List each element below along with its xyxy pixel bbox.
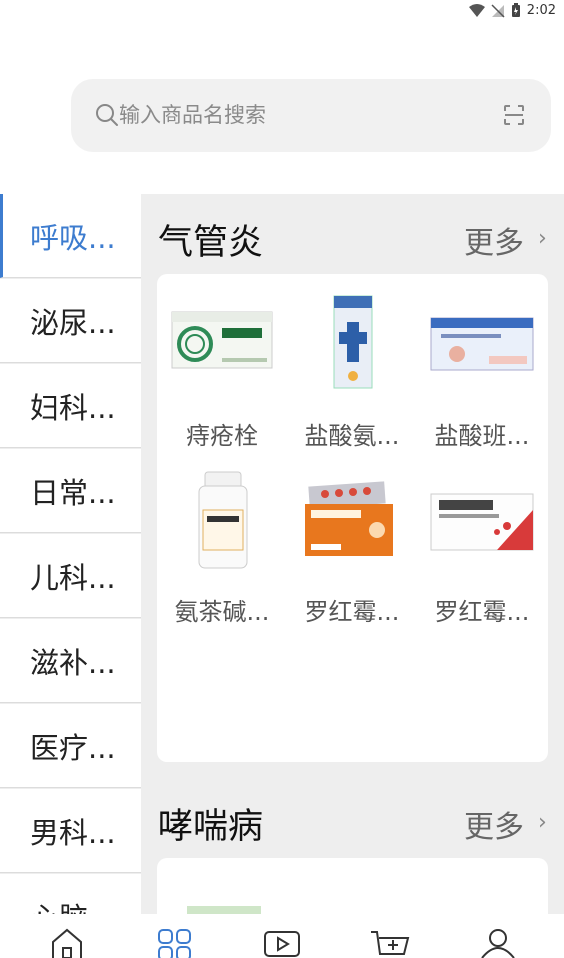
home-icon[interactable] xyxy=(47,928,87,958)
product-image xyxy=(305,481,393,556)
profile-icon[interactable] xyxy=(478,928,518,958)
product-item[interactable]: 盐酸班... xyxy=(417,294,547,454)
scan-icon[interactable] xyxy=(503,104,525,126)
bottom-tab-bar xyxy=(0,914,564,958)
more-link[interactable]: 更多 xyxy=(464,218,524,262)
battery-icon xyxy=(511,3,520,17)
cart-icon[interactable] xyxy=(370,928,410,958)
section-title: 气管炎 xyxy=(158,223,264,263)
product-name: 痔疮栓 xyxy=(186,422,258,450)
product-image xyxy=(187,906,261,914)
no-signal-icon xyxy=(491,3,505,18)
sidebar-item-label: 泌尿... xyxy=(30,305,116,340)
category-icon[interactable] xyxy=(155,928,195,958)
sidebar-item-cardio[interactable]: 心脑 xyxy=(0,874,141,914)
sidebar-item-label: 心脑 xyxy=(30,895,88,915)
product-image xyxy=(171,311,273,369)
sidebar-item-medical[interactable]: 医疗... xyxy=(0,704,141,788)
main-content[interactable]: 呼吸... 泌尿... 妇科... 日常... 儿科... 滋补... 医疗..… xyxy=(0,194,564,914)
product-image xyxy=(333,295,373,389)
sidebar-item-label: 日常... xyxy=(30,475,116,510)
sidebar-item-andrology[interactable]: 男科... xyxy=(0,789,141,873)
wifi-icon xyxy=(468,3,485,17)
section-title: 哮喘病 xyxy=(158,807,264,847)
chevron-right-icon[interactable]: › xyxy=(538,226,547,251)
product-image xyxy=(430,493,534,551)
product-image xyxy=(198,471,248,569)
product-card xyxy=(157,858,548,914)
sidebar-item-gynecology[interactable]: 妇科... xyxy=(0,364,141,448)
more-link[interactable]: 更多 xyxy=(464,802,524,846)
chevron-right-icon[interactable]: › xyxy=(538,810,547,835)
sidebar-item-label: 医疗... xyxy=(30,730,116,765)
sidebar-item-label: 儿科... xyxy=(30,560,116,595)
product-name: 罗红霉... xyxy=(304,598,400,626)
product-name: 罗红霉... xyxy=(434,598,530,626)
product-name: 盐酸氨... xyxy=(304,422,400,450)
status-bar: 2:02 xyxy=(0,0,564,24)
product-item[interactable]: 痔疮栓 xyxy=(157,294,287,454)
product-item[interactable]: 氨茶碱... xyxy=(157,470,287,630)
product-item[interactable]: 罗红霉... xyxy=(287,470,417,630)
search-bar[interactable] xyxy=(71,79,551,152)
video-icon[interactable] xyxy=(262,928,302,958)
sidebar-item-urology[interactable]: 泌尿... xyxy=(0,279,141,363)
sidebar-item-pediatrics[interactable]: 儿科... xyxy=(0,534,141,618)
product-item[interactable]: 盐酸氨... xyxy=(287,294,417,454)
sidebar-item-respiratory[interactable]: 呼吸... xyxy=(0,194,141,278)
sidebar-item-label: 滋补... xyxy=(30,645,116,680)
sidebar-item-tonic[interactable]: 滋补... xyxy=(0,619,141,703)
product-image xyxy=(430,317,534,371)
product-card: 痔疮栓 盐酸氨... 盐酸班... 氨茶碱... 罗红霉... 罗红霉... xyxy=(157,274,548,762)
product-item[interactable]: 罗红霉... xyxy=(417,470,547,630)
sidebar-item-label: 男科... xyxy=(30,815,116,850)
product-name: 氨茶碱... xyxy=(174,598,270,626)
sidebar-item-label: 妇科... xyxy=(30,390,116,425)
sidebar-item-daily[interactable]: 日常... xyxy=(0,449,141,533)
product-name: 盐酸班... xyxy=(434,422,530,450)
sidebar-item-label: 呼吸... xyxy=(30,220,116,255)
status-time: 2:02 xyxy=(526,3,556,18)
search-input[interactable] xyxy=(119,99,479,131)
search-icon xyxy=(96,104,118,126)
category-sidebar[interactable]: 呼吸... 泌尿... 妇科... 日常... 儿科... 滋补... 医疗..… xyxy=(0,194,141,914)
